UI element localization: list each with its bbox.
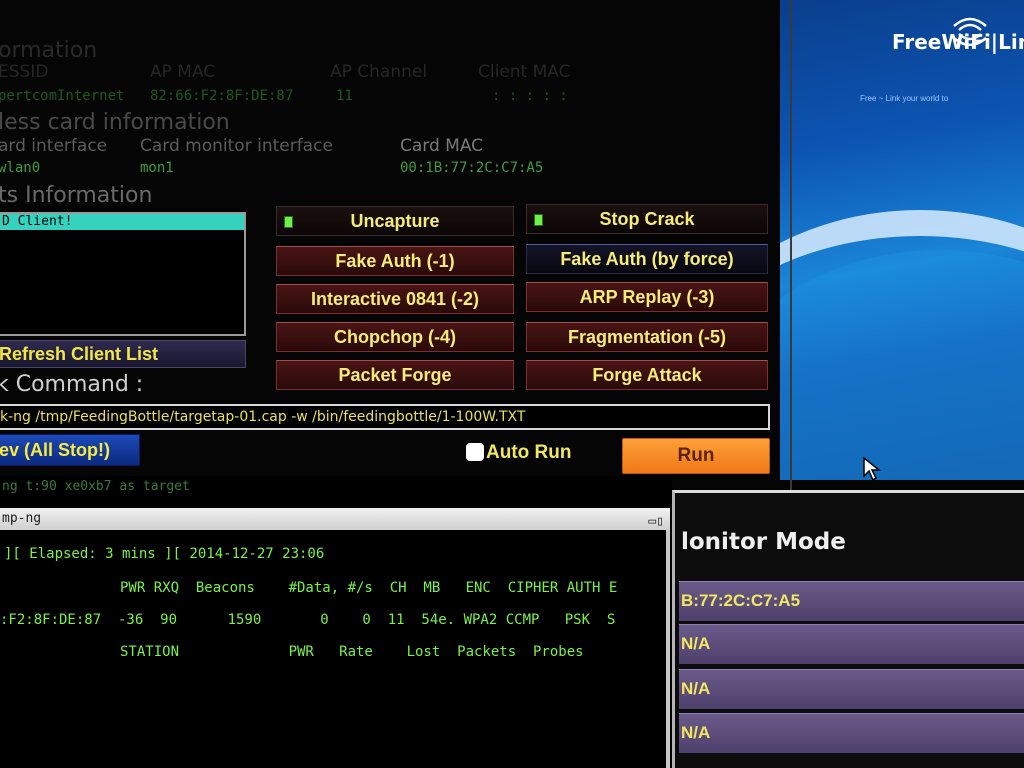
card-interface-value: wlan0	[0, 160, 41, 176]
monitor-row[interactable]: N/A	[679, 713, 1024, 753]
crack-command-input[interactable]: k-ng /tmp/FeedingBottle/targetap-01.cap …	[0, 404, 770, 430]
mouse-pointer-icon	[863, 456, 882, 482]
card-monitor-interface-value: mon1	[140, 160, 174, 176]
ap-mac-value: 82:66:F2:8F:DE:87	[150, 88, 294, 104]
command-label: k Command :	[0, 372, 144, 397]
clients-info-heading: ts Information	[0, 183, 153, 208]
refresh-client-list-button[interactable]: Refresh Client List	[0, 340, 246, 368]
run-button[interactable]: Run	[622, 438, 770, 474]
client-list-item-selected[interactable]: D Client!	[0, 214, 244, 230]
checkbox-icon[interactable]	[466, 443, 484, 461]
stop-crack-button[interactable]: Stop Crack	[526, 204, 768, 234]
monitor-row[interactable]: N/A	[679, 624, 1024, 664]
terminal-scrollback: ng t:90 xe0xb7 as target	[0, 476, 672, 506]
wallpaper-arc	[780, 210, 1024, 480]
wifi-icon	[953, 17, 987, 46]
monitor-mode-title: lonitor Mode	[681, 529, 846, 555]
client-mac-value: : : : : :	[492, 88, 568, 104]
auto-run-checkbox[interactable]: Auto Run	[466, 442, 571, 466]
clients-list[interactable]: D Client!	[0, 212, 246, 336]
terminal-ap-header: PWR RXQ Beacons #Data, #/s CH MB ENC CIP…	[120, 580, 618, 596]
crack-led-indicator	[534, 214, 543, 226]
terminal-ap-row: :F2:8F:DE:87 -36 90 1590 0 0 11 54e. WPA…	[0, 612, 616, 628]
arp-replay-button[interactable]: ARP Replay (-3)	[526, 282, 768, 312]
freewifi-tagline: Free ~ Link your world to	[860, 94, 949, 103]
fragmentation-button[interactable]: Fragmentation (-5)	[526, 322, 768, 352]
forge-attack-button[interactable]: Forge Attack	[526, 360, 768, 390]
essid-value: pertcomInternet	[0, 88, 125, 104]
airodump-terminal[interactable]: ][ Elapsed: 3 mins ][ 2014-12-27 23:06 P…	[0, 530, 670, 768]
essid-label: ESSID	[0, 62, 49, 82]
client-mac-label: Client MAC	[478, 62, 571, 82]
card-interface-label: ard interface	[0, 136, 108, 156]
ap-info-heading: ormation	[0, 38, 98, 63]
terminal-status-line: ][ Elapsed: 3 mins ][ 2014-12-27 23:06	[4, 546, 325, 562]
packet-forge-button[interactable]: Packet Forge	[276, 360, 514, 390]
all-stop-button[interactable]: ev (All Stop!)	[0, 434, 140, 466]
card-mac-label: Card MAC	[400, 136, 484, 156]
uncapture-label: Uncapture	[350, 211, 440, 231]
card-mac-value: 00:1B:77:2C:C7:A5	[400, 160, 544, 176]
fake-auth-force-button[interactable]: Fake Auth (by force)	[526, 244, 768, 274]
card-monitor-interface-label: Card monitor interface	[140, 136, 333, 156]
uncapture-button[interactable]: Uncapture	[276, 206, 514, 236]
fake-auth-button[interactable]: Fake Auth (-1)	[276, 246, 514, 276]
terminal-titlebar[interactable]: mp-ng ▭▯	[0, 508, 670, 530]
wireless-card-heading: less card information	[0, 110, 230, 135]
stop-crack-label: Stop Crack	[599, 209, 695, 229]
terminal-title: mp-ng	[2, 511, 42, 526]
monitor-row[interactable]: B:77:2C:C7:A5	[679, 581, 1024, 621]
chopchop-button[interactable]: Chopchop (-4)	[276, 322, 514, 352]
ap-channel-value: 11	[336, 88, 353, 104]
desktop-wallpaper: FreeWiFi|Lin Free ~ Link your world to	[780, 0, 1024, 480]
interactive-0841-button[interactable]: Interactive 0841 (-2)	[276, 284, 514, 314]
terminal-station-header: STATION PWR Rate Lost Packets Probes	[120, 644, 584, 660]
ap-channel-label: AP Channel	[330, 62, 428, 82]
auto-run-label: Auto Run	[486, 442, 572, 463]
capture-led-indicator	[284, 216, 293, 228]
monitor-mode-panel: lonitor Mode B:77:2C:C7:A5 N/A N/A N/A	[672, 490, 1024, 768]
ap-mac-label: AP MAC	[150, 62, 216, 82]
monitor-row[interactable]: N/A	[679, 669, 1024, 709]
